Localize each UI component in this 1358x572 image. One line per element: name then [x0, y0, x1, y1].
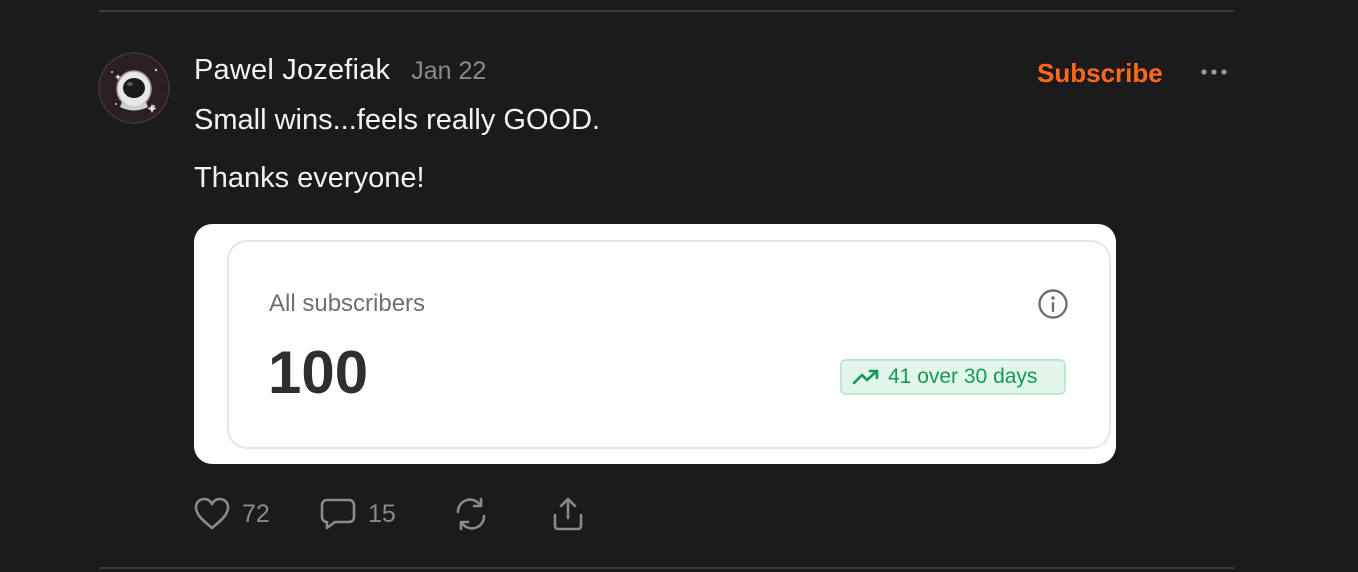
note-post: Pawel Jozefiak Jan 22 Subscribe Small wi…: [0, 0, 1358, 572]
trend-up-icon: [852, 369, 879, 385]
more-dots-icon[interactable]: [1199, 66, 1229, 78]
author-name[interactable]: Pawel Jozefiak: [194, 54, 390, 87]
post-body-line: Thanks everyone!: [194, 162, 425, 194]
comment-bubble-icon: [320, 498, 356, 530]
author-avatar[interactable]: [98, 52, 170, 124]
stats-label: All subscribers: [269, 290, 426, 317]
subscriber-stats-image[interactable]: All subscribers 100 41 over 30 days: [194, 224, 1116, 464]
heart-icon: [194, 497, 230, 530]
bottom-divider: [99, 567, 1234, 569]
growth-text: 41 over 30 days: [888, 365, 1038, 388]
like-count: 72: [242, 499, 270, 528]
share-icon: [553, 497, 583, 531]
post-date[interactable]: Jan 22: [411, 57, 486, 86]
comment-count: 15: [368, 499, 396, 528]
subscriber-count: 100: [268, 339, 369, 406]
info-icon: [1038, 289, 1068, 319]
post-body-line: Small wins...feels really GOOD.: [194, 104, 601, 136]
restack-icon: [456, 497, 486, 531]
growth-badge: 41 over 30 days: [840, 359, 1066, 395]
top-divider: [99, 10, 1234, 12]
subscribe-button[interactable]: Subscribe: [1037, 58, 1163, 89]
astronaut-avatar-icon: [98, 52, 170, 124]
post-header: Pawel Jozefiak Jan 22: [194, 54, 486, 94]
comment-button[interactable]: 15: [319, 494, 396, 534]
restack-button[interactable]: [452, 494, 490, 534]
subscriber-stats-card: All subscribers 100 41 over 30 days: [227, 240, 1111, 449]
share-button[interactable]: [549, 494, 587, 534]
like-button[interactable]: 72: [193, 494, 270, 534]
